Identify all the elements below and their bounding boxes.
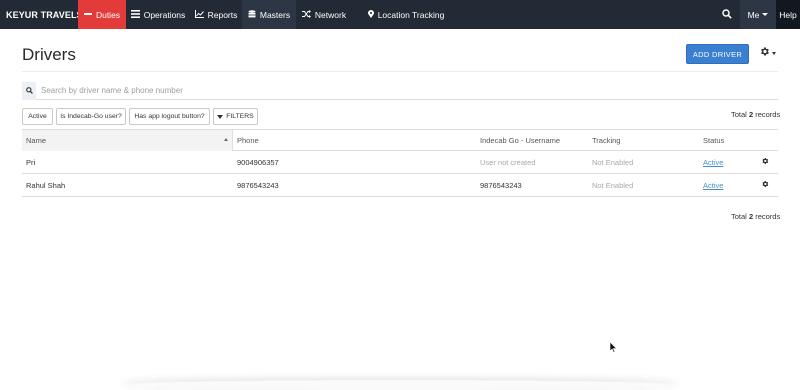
nav-reports[interactable]: Reports: [190, 0, 242, 29]
brand-name[interactable]: KEYUR TRAVELS: [0, 0, 83, 29]
minus-icon: [83, 10, 92, 20]
settings-menu[interactable]: [759, 46, 779, 60]
nav-help[interactable]: Help: [776, 0, 800, 29]
header-divider: [22, 71, 778, 72]
user-menu-label: Me: [747, 9, 760, 20]
nav-location-tracking-label: Location Tracking: [377, 9, 445, 20]
row-settings-button[interactable]: [761, 174, 769, 196]
mouse-cursor-icon: [609, 340, 618, 358]
page-title: Drivers: [22, 45, 76, 64]
total-count: 2: [748, 212, 754, 221]
filter-active-chip[interactable]: Active: [22, 108, 53, 125]
driver-username: 9876543243: [480, 180, 522, 190]
nav-search-button[interactable]: [716, 0, 738, 29]
nav-network-label: Network: [314, 9, 347, 20]
filters-button-label: FILTERS: [226, 113, 254, 120]
total-prefix: Total: [731, 212, 747, 221]
sort-ascending-icon: [224, 138, 228, 141]
filter-indecab-go-user-chip[interactable]: Is Indecab-Go user?: [56, 108, 126, 125]
column-header-phone[interactable]: Phone: [233, 130, 259, 151]
driver-username: User not created: [480, 157, 536, 167]
total-records-bottom: Total 2 records: [731, 212, 780, 221]
driver-name: Pri: [26, 157, 36, 167]
driver-status-link[interactable]: Active: [703, 174, 723, 196]
filters-button[interactable]: FILTERS: [213, 108, 258, 125]
gear-icon: [761, 180, 769, 190]
nav-duties-label: Duties: [95, 9, 121, 20]
search-input[interactable]: [41, 82, 761, 99]
nav-location-tracking[interactable]: Location Tracking: [352, 0, 460, 29]
add-driver-button[interactable]: ADD DRIVER: [686, 44, 749, 64]
nav-masters[interactable]: Masters: [242, 0, 296, 29]
column-header-name[interactable]: Name: [22, 130, 233, 151]
footer-shadow: [120, 380, 680, 390]
table-row[interactable]: Rahul Shah 9876543243 9876543243 Not Ena…: [22, 174, 778, 197]
drivers-table: Name Phone Indecab Go - Username Trackin…: [22, 129, 778, 197]
nav-operations[interactable]: Operations: [126, 0, 190, 29]
shuffle-icon: [301, 9, 311, 20]
driver-phone: 9004906357: [237, 157, 279, 167]
map-marker-icon: [367, 9, 374, 20]
driver-tracking: Not Enabled: [592, 180, 634, 190]
column-header-name-label: Name: [26, 136, 47, 145]
table-header: Name Phone Indecab Go - Username Trackin…: [22, 129, 778, 151]
total-count: 2: [748, 110, 754, 119]
total-suffix: records: [755, 110, 781, 119]
nav-masters-label: Masters: [259, 9, 291, 20]
row-settings-button[interactable]: [761, 151, 769, 173]
driver-status-link[interactable]: Active: [703, 151, 723, 173]
gear-icon: [759, 44, 770, 62]
chevron-down-icon: [762, 13, 769, 16]
gear-icon: [761, 157, 769, 167]
nav-duties[interactable]: Duties: [78, 0, 126, 29]
search-icon: [722, 8, 732, 21]
total-suffix: records: [755, 212, 781, 221]
user-menu[interactable]: Me: [740, 0, 776, 29]
search-bar: [22, 81, 778, 100]
list-icon: [130, 9, 140, 20]
nav-reports-label: Reports: [207, 9, 238, 20]
nav-help-label: Help: [779, 9, 797, 20]
filter-icon: [217, 114, 224, 119]
total-records-top: Total 2 records: [731, 110, 780, 119]
table-row[interactable]: Pri 9004906357 User not created Not Enab…: [22, 151, 778, 174]
nav-network[interactable]: Network: [296, 0, 352, 29]
nav-operations-label: Operations: [143, 9, 186, 20]
column-header-status[interactable]: Status: [699, 130, 724, 151]
top-navbar: KEYUR TRAVELS Duties Operations Reports …: [0, 0, 800, 29]
filter-app-logout-chip[interactable]: Has app logout button?: [129, 108, 210, 125]
driver-name: Rahul Shah: [26, 180, 66, 190]
database-icon: [248, 9, 256, 20]
search-icon: [22, 81, 36, 100]
column-header-username[interactable]: Indecab Go - Username: [477, 130, 560, 151]
chevron-down-icon: [772, 51, 776, 55]
total-prefix: Total: [731, 110, 747, 119]
driver-tracking: Not Enabled: [592, 157, 634, 167]
driver-phone: 9876543243: [237, 180, 279, 190]
line-chart-icon: [194, 9, 204, 20]
column-header-tracking[interactable]: Tracking: [588, 130, 620, 151]
